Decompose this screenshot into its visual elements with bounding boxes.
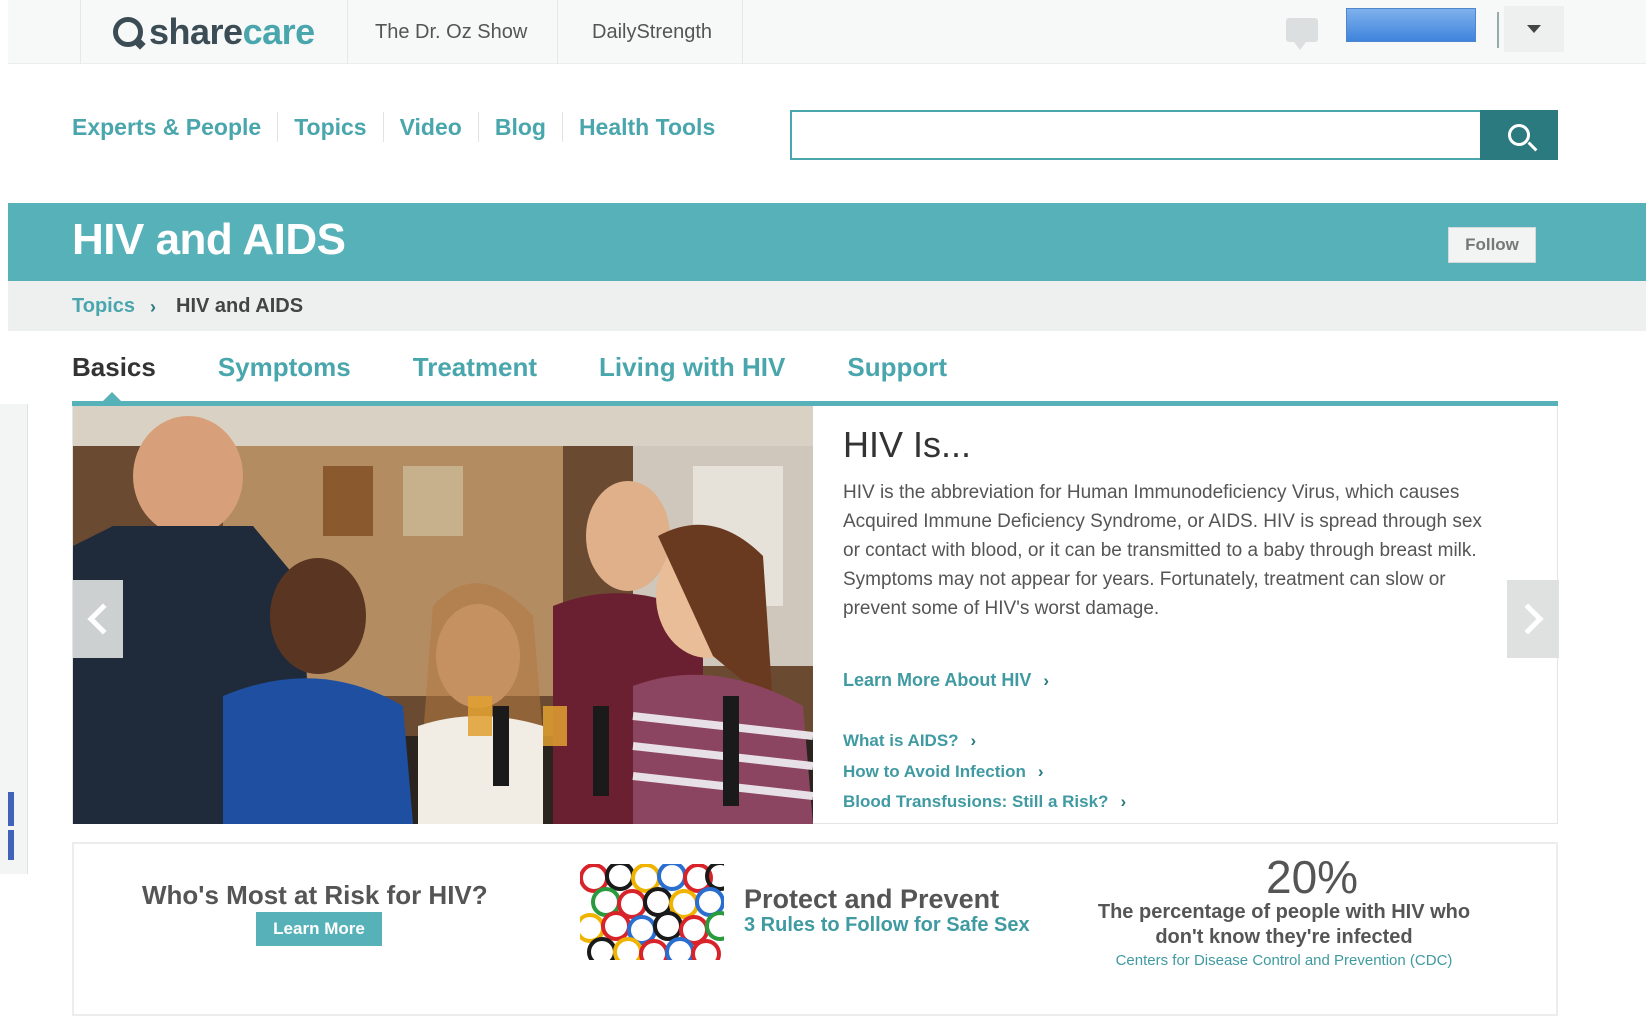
what-is-aids-label: What is AIDS? bbox=[843, 731, 959, 750]
nav-topics[interactable]: Topics bbox=[277, 112, 382, 142]
stat-source-link[interactable]: Centers for Disease Control and Preventi… bbox=[1084, 952, 1484, 969]
side-panel-mark bbox=[8, 830, 14, 860]
chevron-right-icon: › bbox=[1037, 762, 1044, 781]
main-nav: Experts & People Topics Video Blog Healt… bbox=[72, 112, 731, 142]
top-link-dailystrength[interactable]: DailyStrength bbox=[562, 0, 744, 64]
topic-tabs: Basics Symptoms Treatment Living with HI… bbox=[72, 352, 1009, 383]
side-panel-edge bbox=[0, 404, 28, 874]
blood-transfusions-link[interactable]: Blood Transfusions: Still a Risk? › bbox=[843, 792, 1126, 812]
risk-title: Who's Most at Risk for HIV? bbox=[142, 880, 488, 910]
logo-text: sharecare bbox=[149, 11, 315, 53]
page-title: HIV and AIDS bbox=[72, 215, 346, 264]
blood-transfusions-label: Blood Transfusions: Still a Risk? bbox=[843, 792, 1109, 811]
tab-basics[interactable]: Basics bbox=[72, 352, 156, 383]
user-account-button[interactable] bbox=[1346, 8, 1476, 42]
search-button[interactable] bbox=[1480, 110, 1558, 160]
divider bbox=[1497, 12, 1499, 48]
carousel-prev-button[interactable] bbox=[73, 580, 123, 658]
search-input[interactable] bbox=[790, 110, 1482, 160]
condom-rings-image[interactable] bbox=[580, 864, 724, 960]
learn-more-button[interactable]: Learn More bbox=[256, 912, 382, 946]
protect-title[interactable]: Protect and Prevent bbox=[744, 884, 999, 915]
tab-support[interactable]: Support bbox=[847, 352, 947, 383]
nav-video[interactable]: Video bbox=[382, 112, 478, 142]
protect-subtitle-link[interactable]: 3 Rules to Follow for Safe Sex bbox=[744, 914, 1030, 937]
nav-blog[interactable]: Blog bbox=[477, 112, 562, 142]
learn-more-hiv-label: Learn More About HIV bbox=[843, 670, 1032, 690]
top-bar: sharecare The Dr. Oz Show DailyStrength bbox=[8, 0, 1646, 64]
carousel-next-button[interactable] bbox=[1507, 580, 1559, 658]
avoid-infection-label: How to Avoid Infection bbox=[843, 762, 1026, 781]
nav-experts-people[interactable]: Experts & People bbox=[72, 112, 277, 142]
top-link-dr-oz-show[interactable]: The Dr. Oz Show bbox=[345, 0, 559, 64]
tab-living-with-hiv[interactable]: Living with HIV bbox=[599, 352, 785, 383]
tab-symptoms[interactable]: Symptoms bbox=[218, 352, 351, 383]
chat-icon[interactable] bbox=[1286, 18, 1318, 50]
account-dropdown-button[interactable] bbox=[1504, 6, 1564, 52]
breadcrumb-topics[interactable]: Topics bbox=[72, 295, 135, 318]
avoid-infection-link[interactable]: How to Avoid Infection › bbox=[843, 762, 1044, 782]
sharecare-logo-icon bbox=[113, 17, 143, 47]
promo-strip: Who's Most at Risk for HIV? Learn More P… bbox=[72, 842, 1558, 1016]
topic-banner: HIV and AIDS Follow bbox=[8, 203, 1646, 281]
logo-text-share: share bbox=[149, 11, 243, 52]
stat-value: 20% bbox=[1266, 851, 1359, 903]
nav-health-tools[interactable]: Health Tools bbox=[561, 112, 731, 142]
side-panel-mark bbox=[8, 792, 14, 826]
chevron-down-icon bbox=[1527, 25, 1541, 33]
breadcrumb-separator-icon: › bbox=[150, 297, 156, 317]
rings-illustration bbox=[580, 864, 724, 960]
breadcrumb: Topics › HIV and AIDS bbox=[8, 281, 1646, 331]
chevron-right-icon: › bbox=[970, 731, 977, 750]
chevron-right-icon bbox=[1512, 603, 1544, 635]
follow-button[interactable]: Follow bbox=[1448, 227, 1536, 263]
hero-photo bbox=[73, 406, 813, 824]
hero-title: HIV Is... bbox=[843, 424, 972, 465]
sharecare-logo[interactable]: sharecare bbox=[80, 0, 348, 64]
hero-body-text: HIV is the abbreviation for Human Immuno… bbox=[843, 482, 1482, 619]
logo-text-care: care bbox=[242, 11, 316, 52]
breadcrumb-current: HIV and AIDS bbox=[176, 295, 304, 317]
what-is-aids-link[interactable]: What is AIDS? › bbox=[843, 731, 976, 751]
search-icon bbox=[1508, 124, 1530, 146]
hero-carousel: HIV Is... HIV is the abbreviation for Hu… bbox=[72, 406, 1559, 824]
pub-photo-illustration bbox=[73, 406, 813, 824]
learn-more-hiv-link[interactable]: Learn More About HIV › bbox=[843, 670, 1049, 691]
tab-treatment[interactable]: Treatment bbox=[413, 352, 537, 383]
chevron-right-icon: › bbox=[1043, 671, 1050, 690]
chevron-left-icon bbox=[87, 603, 119, 635]
chevron-right-icon: › bbox=[1120, 792, 1127, 811]
stat-description: The percentage of people with HIV who do… bbox=[1097, 901, 1471, 948]
